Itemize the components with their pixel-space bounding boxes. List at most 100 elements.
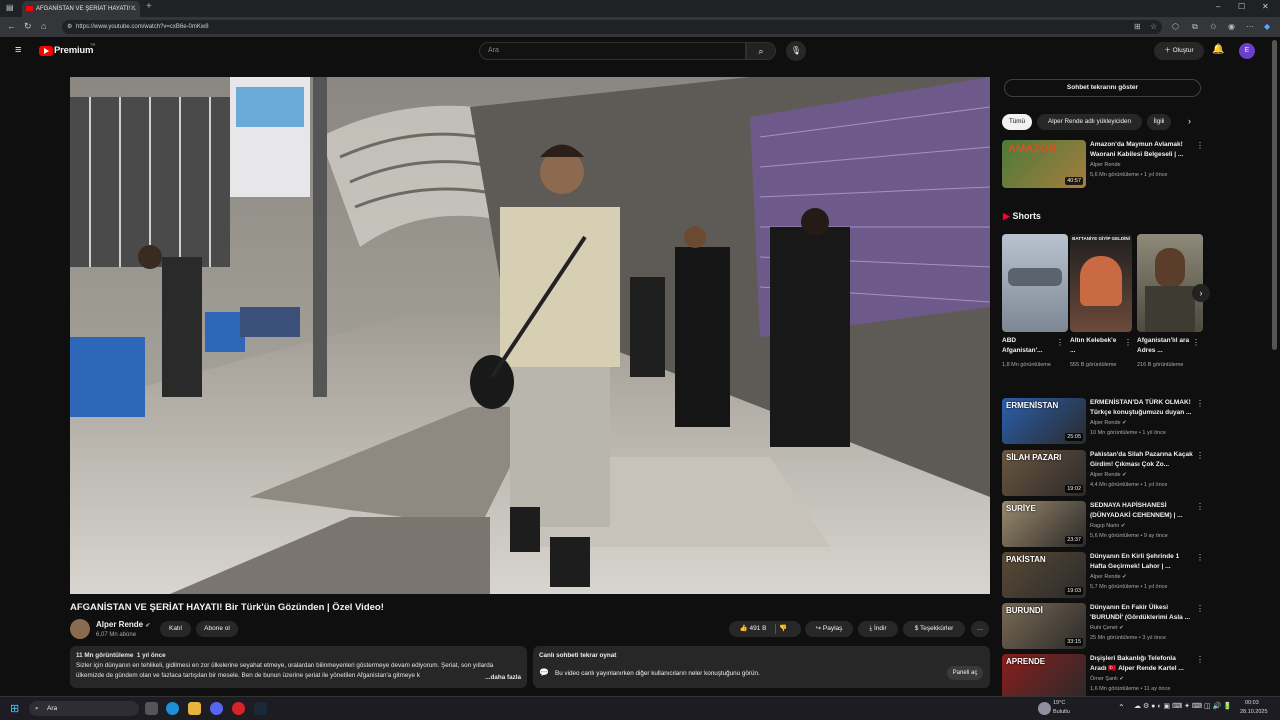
windows-menu-icon[interactable]: ▤: [6, 3, 14, 12]
logo-text: Premium: [54, 45, 94, 56]
voice-search-button[interactable]: 🎙: [786, 41, 806, 61]
back-icon[interactable]: ←: [7, 21, 16, 31]
kebab-menu-icon[interactable]: ⋮: [1124, 338, 1132, 347]
kebab-menu-icon[interactable]: ⋮: [1196, 655, 1204, 664]
search-icon: ⌕: [35, 705, 39, 712]
join-button[interactable]: Katıl: [160, 621, 191, 637]
tray-chevron-icon[interactable]: ⌃: [1118, 703, 1125, 712]
duration-badge: 40:57: [1065, 177, 1083, 185]
like-dislike-group: 👍 491 B 👎: [729, 621, 801, 637]
show-more-link[interactable]: ...daha fazla: [482, 673, 521, 683]
view-count: 11 Mn görüntüleme: [76, 652, 134, 659]
recommended-video[interactable]: PAKİSTAN 19:03 Dünyanın En Kirli Şehrinde …: [1002, 552, 1204, 602]
recommended-title: ERMENİSTAN'DA TÜRK OLMAK! Türkçe konuştu…: [1090, 399, 1192, 416]
verified-icon: ✔: [1120, 523, 1126, 529]
share-button[interactable]: ↪ Paylaş: [805, 621, 853, 637]
hamburger-menu-icon[interactable]: ≡: [15, 44, 21, 56]
search-input[interactable]: Ara: [479, 42, 746, 60]
browser-tab[interactable]: AFGANİSTAN VE ŞERİAT HAYATI! ... ✕: [22, 1, 140, 17]
weather-temp[interactable]: 19°C: [1053, 700, 1065, 706]
verified-icon: ✔: [1119, 676, 1124, 682]
verified-icon: ✔: [1122, 472, 1127, 478]
site-info-icon[interactable]: ⚙: [67, 20, 72, 34]
chevron-right-icon: ›: [1199, 288, 1203, 298]
page-scrollbar[interactable]: [1272, 40, 1277, 350]
steam-icon[interactable]: [254, 702, 267, 715]
split-icon[interactable]: ⧉: [1192, 22, 1198, 32]
show-chat-button[interactable]: Sohbet tekrarını göster: [1004, 79, 1201, 97]
close-tab-icon[interactable]: ✕: [130, 1, 136, 17]
opera-icon[interactable]: [232, 702, 245, 715]
recommended-video[interactable]: SİLAH PAZARI 19:02 Pakistan'da Silah Pazar…: [1002, 450, 1204, 500]
task-view-icon[interactable]: [145, 702, 158, 715]
subscriber-count: 6,07 Mn abone: [96, 632, 137, 638]
recommended-video[interactable]: SURİYE 23:37 SEDNAYA HAPİSHANESİ (DÜNYADAK…: [1002, 501, 1204, 551]
favorites-icon[interactable]: ✩: [1210, 22, 1217, 31]
short-overlay-text: BATTANİYE GİYİP GELDİNİ: [1072, 236, 1130, 241]
tray-icons[interactable]: ☁ ⚙ ● ◐ ▣ ⌨ ✦ ⌨ ◫ 🔊 🔋: [1134, 702, 1232, 710]
file-explorer-icon[interactable]: [188, 702, 201, 715]
chevron-right-icon[interactable]: ›: [1188, 116, 1191, 126]
url-field[interactable]: ⚙ https://www.youtube.com/watch?v=cxB6e-…: [62, 20, 1162, 34]
windows-start-icon[interactable]: ⊞: [10, 702, 19, 715]
subscribe-button[interactable]: Abone ol: [196, 621, 238, 637]
kebab-menu-icon[interactable]: ⋮: [1196, 451, 1204, 460]
short-item[interactable]: Afganistan'lıl ara Adres ... 216 B görün…: [1137, 234, 1203, 384]
kebab-menu-icon[interactable]: ⋮: [1196, 399, 1204, 408]
new-tab-icon[interactable]: +: [146, 1, 152, 12]
kebab-menu-icon[interactable]: ⋮: [1192, 338, 1200, 347]
thumbs-up-icon: 👍: [739, 625, 750, 632]
channel-avatar[interactable]: [70, 619, 90, 639]
kebab-menu-icon[interactable]: ⋮: [1196, 502, 1204, 511]
short-item[interactable]: ABD Afganistan'... 1,8 Mn görüntüleme ⋮: [1002, 234, 1068, 384]
chip-from-uploader[interactable]: Alper Rende adlı yükleyiciden: [1037, 114, 1142, 130]
refresh-icon[interactable]: ↻: [24, 21, 32, 32]
edge-icon[interactable]: [166, 702, 179, 715]
recommended-video[interactable]: ERMENİSTAN 25:05 ERMENİSTAN'DA TÜRK OLMAK!…: [1002, 398, 1204, 448]
taskbar-search[interactable]: ⌕ Ara: [29, 701, 139, 716]
kebab-menu-icon[interactable]: ⋮: [1196, 604, 1204, 613]
chip-related[interactable]: İlgili: [1147, 114, 1171, 130]
recommended-video[interactable]: BURUNDİ 33:15 Dünyanın En Fakir Ülkesi 'BU…: [1002, 603, 1204, 653]
chip-all[interactable]: Tümü: [1002, 114, 1032, 130]
recommended-video[interactable]: AMAZON 40:57 Amazon'da Maymun Avlamak! W…: [1002, 140, 1204, 190]
video-thumbnail: SURİYE 23:37: [1002, 501, 1086, 547]
avatar[interactable]: E: [1239, 43, 1255, 59]
search-button[interactable]: ⌕: [746, 42, 776, 60]
short-views: 555 B görüntüleme: [1070, 362, 1117, 368]
discord-icon[interactable]: [210, 702, 223, 715]
copilot-icon[interactable]: ◆: [1264, 22, 1270, 31]
more-icon[interactable]: ⋯: [1246, 22, 1254, 31]
favorite-star-icon[interactable]: ☆: [1150, 22, 1157, 31]
like-button[interactable]: 👍 491 B: [733, 621, 773, 637]
kebab-menu-icon[interactable]: ⋮: [1196, 141, 1204, 150]
kebab-menu-icon[interactable]: ⋮: [1196, 553, 1204, 562]
recommended-meta: 1,6 Mn görüntüleme • 11 ay önce: [1090, 686, 1171, 692]
description-box[interactable]: 11 Mn görüntüleme 1 yıl önce Sizler için…: [70, 646, 527, 688]
create-button[interactable]: ＋ Oluştur: [1154, 42, 1204, 60]
video-player[interactable]: [70, 77, 990, 594]
profile-icon[interactable]: ◉: [1228, 22, 1235, 31]
short-item[interactable]: BATTANİYE GİYİP GELDİNİ Altın Kelebek'e …: [1070, 234, 1136, 384]
duration-badge: 23:37: [1065, 536, 1083, 544]
channel-name[interactable]: Alper Rende ✔: [96, 620, 150, 629]
dislike-button[interactable]: 👎: [779, 621, 787, 637]
recommended-title: SEDNAYA HAPİSHANESİ (DÜNYADAKİ CEHENNEM)…: [1090, 502, 1183, 519]
more-actions-button[interactable]: …: [971, 621, 989, 637]
clock-time[interactable]: 00:03: [1245, 700, 1259, 706]
open-panel-button[interactable]: Paneli aç: [947, 666, 983, 680]
thanks-button[interactable]: $ Teşekkürler: [903, 621, 965, 637]
reader-icon[interactable]: ⊞: [1134, 22, 1141, 31]
notifications-bell-icon[interactable]: 🔔: [1212, 44, 1224, 55]
shorts-header: ▶ Shorts: [1003, 211, 1041, 222]
home-icon[interactable]: ⌂: [41, 21, 46, 31]
recommended-channel: Alper Rende: [1090, 162, 1121, 168]
extensions-icon[interactable]: ⬡: [1172, 22, 1179, 31]
shorts-next-button[interactable]: ›: [1192, 284, 1210, 302]
recommended-channel: Ragıp Narin ✔: [1090, 523, 1126, 529]
maximize-icon[interactable]: ☐: [1238, 2, 1245, 11]
close-window-icon[interactable]: ✕: [1262, 2, 1269, 11]
kebab-menu-icon[interactable]: ⋮: [1056, 338, 1064, 347]
minimize-icon[interactable]: –: [1216, 2, 1220, 11]
download-button[interactable]: ⤓ İndir: [858, 621, 898, 637]
